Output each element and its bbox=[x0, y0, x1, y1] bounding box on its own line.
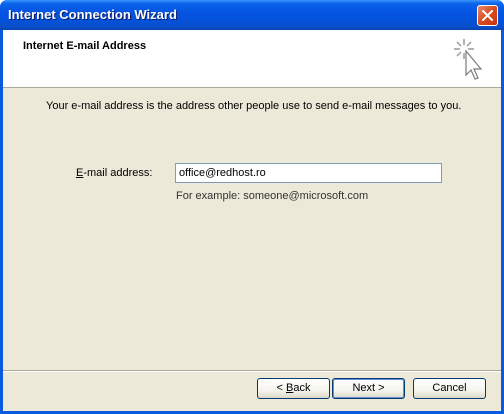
back-button[interactable]: < Back bbox=[257, 378, 330, 399]
wizard-header: Internet E-mail Address bbox=[3, 30, 501, 88]
cancel-button[interactable]: Cancel bbox=[413, 378, 486, 399]
email-label-rest: -mail address: bbox=[83, 167, 153, 179]
wizard-body: Internet E-mail Address Your e-mail addr… bbox=[3, 30, 501, 411]
page-title: Internet E-mail Address bbox=[23, 40, 147, 52]
email-address-input[interactable] bbox=[175, 163, 442, 183]
description-text: Your e-mail address is the address other… bbox=[46, 100, 462, 112]
title-bar[interactable]: Internet Connection Wizard bbox=[0, 0, 504, 30]
back-button-rest: ack bbox=[293, 382, 311, 394]
close-icon bbox=[482, 10, 493, 21]
example-hint: For example: someone@microsoft.com bbox=[176, 190, 369, 202]
email-address-label: E-mail address: bbox=[76, 167, 152, 179]
footer-divider bbox=[3, 370, 501, 372]
wizard-sparkle-cursor-icon bbox=[454, 39, 483, 80]
close-button[interactable] bbox=[477, 5, 498, 26]
window-title: Internet Connection Wizard bbox=[8, 7, 177, 22]
back-button-prefix: < bbox=[276, 382, 286, 394]
next-button[interactable]: Next > bbox=[332, 378, 405, 399]
wizard-window: Internet Connection Wizard Internet E-ma… bbox=[0, 0, 504, 414]
